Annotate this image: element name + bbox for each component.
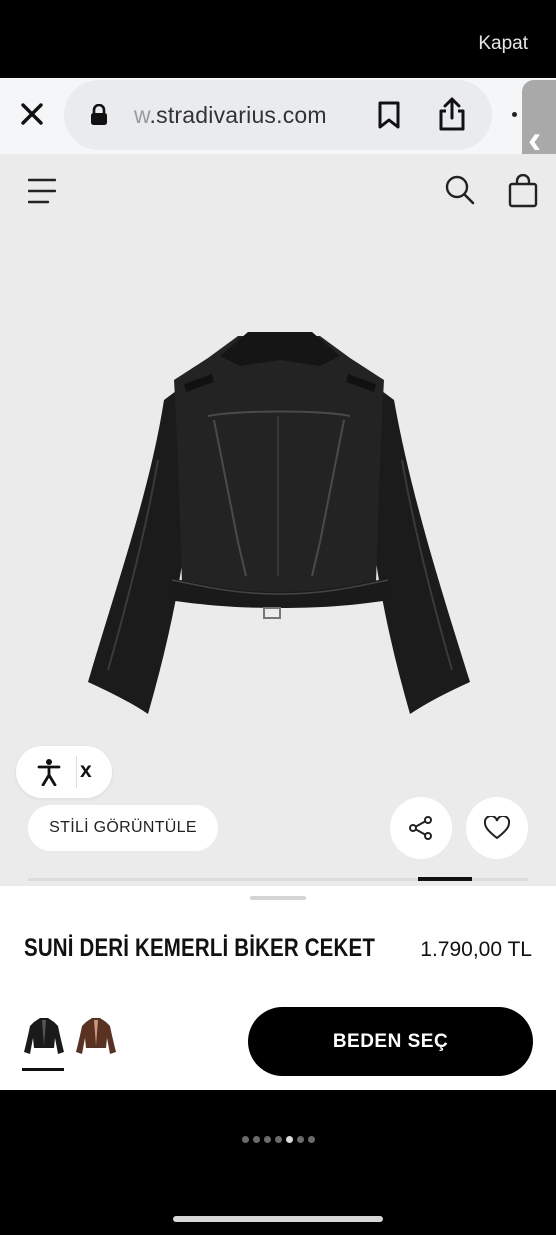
share-button[interactable] — [390, 797, 452, 859]
shopping-bag-icon[interactable] — [508, 173, 538, 213]
page-dot[interactable] — [252, 1136, 260, 1143]
image-progress-indicator — [418, 877, 472, 881]
top-overlay-bar: Kapat — [0, 0, 556, 78]
product-image-area: x STİLİ GÖRÜNTÜLE — [0, 154, 556, 887]
more-menu-icon[interactable] — [512, 112, 517, 117]
product-title: SUNİ DERİ KEMERLİ BİKER CEKET — [24, 934, 376, 962]
close-icon[interactable] — [14, 96, 50, 132]
accessibility-close-button[interactable]: x — [80, 759, 92, 783]
select-size-button[interactable]: BEDEN SEÇ — [248, 1007, 533, 1076]
bottom-overlay-bar — [0, 1090, 556, 1235]
product-image[interactable] — [88, 330, 472, 720]
page-dot[interactable] — [241, 1136, 249, 1143]
selected-color-indicator — [22, 1068, 64, 1071]
favorite-button[interactable] — [466, 797, 528, 859]
color-swatch-brown[interactable] — [74, 1016, 118, 1056]
address-bar[interactable]: w.stradivarius.com — [64, 80, 492, 150]
share-nodes-icon — [409, 816, 432, 840]
lock-icon — [90, 103, 108, 131]
menu-icon[interactable] — [27, 178, 57, 209]
page-indicator — [0, 1136, 556, 1143]
sheet-drag-handle[interactable] — [250, 896, 306, 900]
accessibility-icon[interactable] — [36, 758, 62, 791]
color-swatch-black[interactable] — [22, 1016, 66, 1056]
share-icon[interactable] — [436, 96, 468, 137]
bookmark-icon[interactable] — [376, 100, 402, 135]
accessibility-widget: x — [16, 746, 112, 798]
heart-icon — [484, 816, 510, 840]
page-dot[interactable] — [296, 1136, 304, 1143]
page-dot[interactable] — [307, 1136, 315, 1143]
close-overlay-button[interactable]: Kapat — [478, 33, 528, 55]
page-dot[interactable] — [263, 1136, 271, 1143]
product-price: 1.790,00 TL — [420, 938, 532, 961]
product-info-sheet: SUNİ DERİ KEMERLİ BİKER CEKET 1.790,00 T… — [0, 886, 556, 1090]
home-indicator[interactable] — [173, 1216, 383, 1222]
url-text: w.stradivarius.com — [134, 102, 327, 128]
search-icon[interactable] — [444, 174, 476, 211]
divider — [76, 756, 77, 788]
browser-toolbar: w.stradivarius.com — [0, 78, 556, 154]
page-dot-active[interactable] — [285, 1136, 293, 1143]
page-dot[interactable] — [274, 1136, 282, 1143]
view-style-button[interactable]: STİLİ GÖRÜNTÜLE — [28, 805, 218, 851]
